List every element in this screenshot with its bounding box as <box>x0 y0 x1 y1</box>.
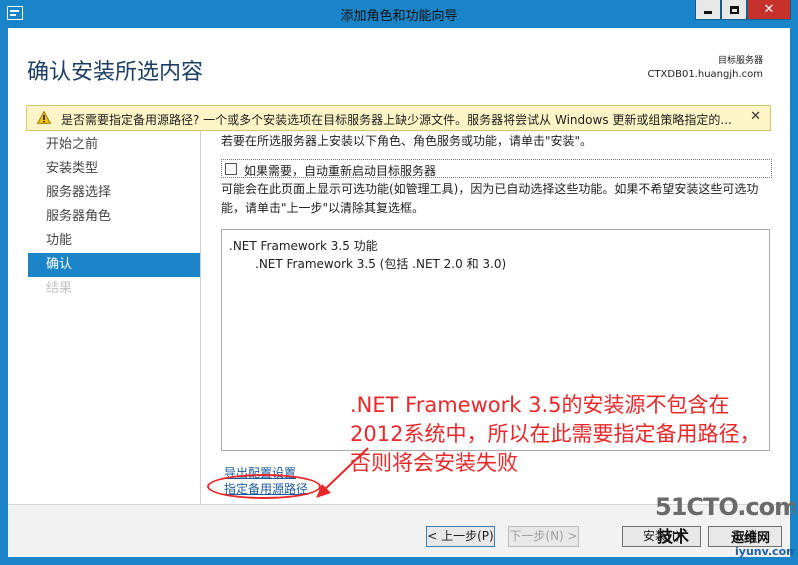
next-button[interactable]: 下一步(N) > <box>508 526 579 547</box>
minimize-button[interactable] <box>695 0 721 20</box>
nav-item-installation-type[interactable]: 安装类型 <box>28 157 200 181</box>
wizard-client-area: 确认安装所选内容 目标服务器 CTXDB01.huangjh.com 是否需要指… <box>8 28 790 557</box>
minimize-icon <box>704 10 712 14</box>
nav-item-features[interactable]: 功能 <box>28 229 200 253</box>
maximize-icon <box>729 5 739 14</box>
target-server-name: CTXDB01.huangjh.com <box>647 69 763 80</box>
highlight-ellipse <box>207 474 321 499</box>
nav-item-confirmation[interactable]: 确认 <box>28 253 200 277</box>
target-server-label: 目标服务器 <box>717 56 763 66</box>
title-bar: 添加角色和功能向导 ✕ <box>0 0 798 28</box>
annotation-arrow-icon <box>316 447 369 498</box>
page-title: 确认安装所选内容 <box>27 60 204 85</box>
close-button[interactable]: ✕ <box>747 0 791 20</box>
maximize-button[interactable] <box>721 0 747 20</box>
feature-item-net35: .NET Framework 3.5 功能 <box>229 239 378 253</box>
watermark-site: 51CTO.com <box>655 493 795 521</box>
close-icon: ✕ <box>763 2 775 17</box>
warning-close-icon[interactable]: ✕ <box>750 109 761 124</box>
feature-subitem-net35: .NET Framework 3.5 (包括 .NET 2.0 和 3.0) <box>255 257 507 271</box>
nav-item-results: 结果 <box>46 281 73 296</box>
intro-text: 若要在所选服务器上安装以下角色、角色服务或功能，请单击"安装"。 <box>221 134 593 148</box>
warning-icon <box>37 111 51 124</box>
watermark-sub: 技术 <box>657 527 690 546</box>
optional-features-note: 可能会在此页面上显示可选功能(如管理工具)，因为已自动选择这些功能。如果不希望安… <box>221 182 759 215</box>
wizard-nav: 开始之前 安装类型 服务器选择 服务器角色 功能 确认 结果 <box>28 133 200 301</box>
restart-label[interactable]: 如果需要，自动重新启动目标服务器 <box>244 162 436 179</box>
nav-divider <box>200 131 201 504</box>
watermark: 51CTO.com 技术 运维网 iyunv.com <box>655 493 795 563</box>
nav-item-server-roles[interactable]: 服务器角色 <box>28 205 200 229</box>
target-server-info: 目标服务器 CTXDB01.huangjh.com <box>647 54 763 82</box>
watermark-domain: iyunv.com <box>735 545 795 558</box>
watermark-brand: 运维网 <box>731 531 771 546</box>
nav-item-server-selection[interactable]: 服务器选择 <box>28 181 200 205</box>
restart-option[interactable]: 如果需要，自动重新启动目标服务器 <box>221 159 772 178</box>
previous-button[interactable]: < 上一步(P) <box>426 526 495 547</box>
warning-bar[interactable]: 是否需要指定备用源路径? 一个或多个安装选项在目标服务器上缺少源文件。服务器将尝… <box>26 105 771 131</box>
restart-checkbox[interactable] <box>225 163 237 175</box>
warning-text: 是否需要指定备用源路径? 一个或多个安装选项在目标服务器上缺少源文件。服务器将尝… <box>61 113 732 127</box>
window-title: 添加角色和功能向导 <box>340 9 458 24</box>
nav-item-before-you-begin[interactable]: 开始之前 <box>28 133 200 157</box>
annotation-text: .NET Framework 3.5的安装源不包含在2012系统中，所以在此需要… <box>350 393 761 475</box>
